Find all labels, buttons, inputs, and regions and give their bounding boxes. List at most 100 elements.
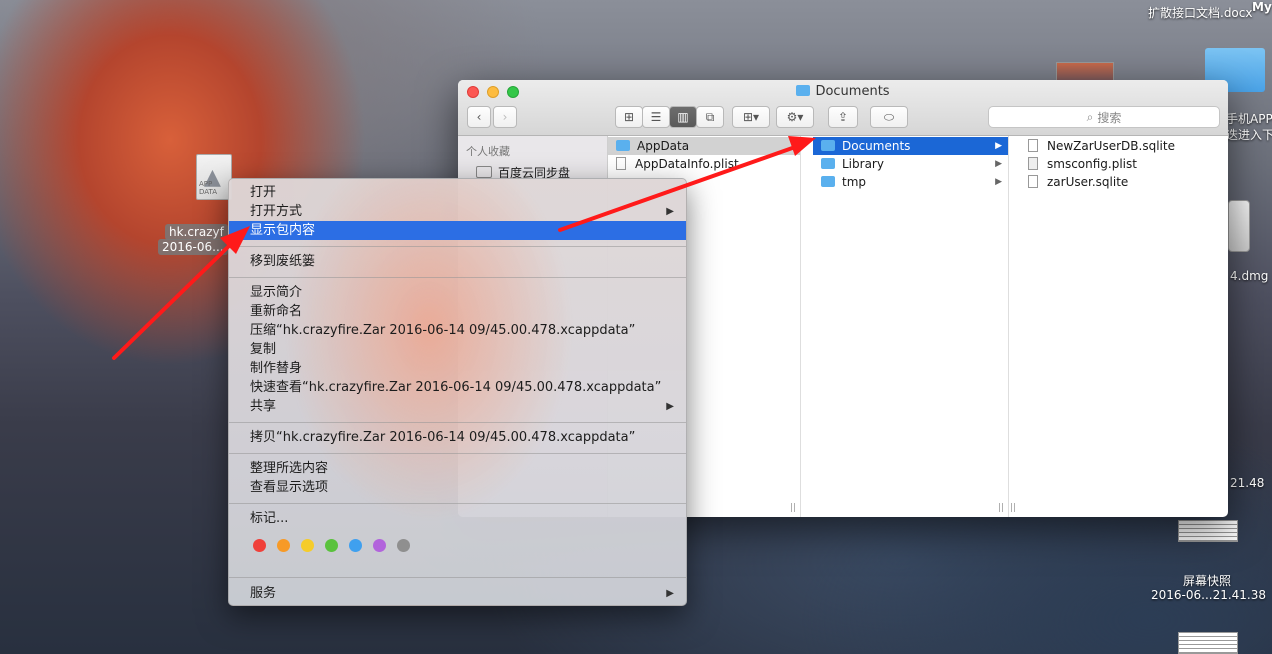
menu-item-label: 共享 <box>250 399 277 414</box>
list-item-appdata[interactable]: AppData <box>608 137 800 155</box>
list-item-appdatainfo[interactable]: AppDataInfo.plist <box>608 155 800 173</box>
list-item-tmp[interactable]: tmp ▶ <box>813 173 1008 191</box>
menu-item-make-alias[interactable]: 制作替身 <box>229 359 686 378</box>
list-item-label: AppData <box>637 139 690 153</box>
columns-icon: ▥ <box>677 110 689 124</box>
menu-item-quick-look[interactable]: 快速查看“hk.crazyfire.Zar 2016-06-14 09/45.0… <box>229 378 686 397</box>
menu-item-share[interactable]: 共享 ▶ <box>229 397 686 416</box>
selected-file-label-line2[interactable]: 2016-06... <box>158 239 228 255</box>
column-2: Documents ▶ Library ▶ tmp ▶ || <box>813 136 1009 517</box>
column-resize-handle[interactable]: || <box>1010 503 1016 513</box>
menu-item-move-to-trash[interactable]: 移到废纸篓 <box>229 252 686 271</box>
menu-item-label: 显示简介 <box>250 285 303 300</box>
tag-purple-button[interactable] <box>373 539 386 552</box>
list-item-documents[interactable]: Documents ▶ <box>813 137 1008 155</box>
sidebar-section-header: 个人收藏 <box>466 145 510 158</box>
menu-item-label: 查看显示选项 <box>250 480 329 495</box>
tag-icon: ⬭ <box>883 109 895 124</box>
view-coverflow-button[interactable]: ⧉ <box>696 106 724 128</box>
selected-file-label-line1[interactable]: hk.crazyf <box>165 224 228 240</box>
menu-item-label: 快速查看“hk.crazyfire.Zar 2016-06-14 09/45.0… <box>250 380 662 395</box>
view-columns-button[interactable]: ▥ <box>669 106 697 128</box>
xcappdata-file-icon[interactable]: ▲ APP DATA <box>196 154 232 200</box>
menu-item-rename[interactable]: 重新命名 <box>229 302 686 321</box>
tag-yellow-button[interactable] <box>301 539 314 552</box>
share-icon: ⇪ <box>837 110 849 124</box>
disclosure-arrow-icon: ▶ <box>995 177 1002 187</box>
gear-icon: ⚙▾ <box>786 110 804 124</box>
desktop-image-thumbnail[interactable] <box>1056 62 1114 82</box>
menu-item-get-info[interactable]: 显示简介 <box>229 283 686 302</box>
forward-button[interactable]: › <box>493 106 517 128</box>
menu-item-show-package-contents[interactable]: 显示包内容 <box>229 221 686 240</box>
desktop-label-truncated[interactable]: My <box>1252 0 1272 14</box>
menu-item-label: 制作替身 <box>250 361 303 376</box>
tag-red-button[interactable] <box>253 539 266 552</box>
menu-item-label: 标记... <box>250 511 289 526</box>
menu-item-label: 拷贝“hk.crazyfire.Zar 2016-06-14 09/45.00.… <box>250 430 636 445</box>
search-icon: ⌕ <box>1086 109 1094 124</box>
file-icon-caption: APP DATA <box>199 180 218 196</box>
tag-orange-button[interactable] <box>277 539 290 552</box>
desktop-file-label[interactable]: 扩散接口文档.docx <box>1148 4 1252 21</box>
search-placeholder: 搜索 <box>1097 110 1122 125</box>
finder-toolbar: Documents ‹ › ⊞ ☰ ▥ ⧉ ⊞▾ ⚙▾ ⇪ ⬭ ⌕ 搜索 <box>458 80 1228 136</box>
folder-icon <box>616 140 630 151</box>
desktop-screenshot-time-1[interactable]: 21.48 <box>1230 476 1264 490</box>
desktop-screenshot-time[interactable]: 2016-06...21.41.38 <box>1151 588 1266 602</box>
column-resize-handle[interactable]: || <box>790 503 796 513</box>
folder-icon <box>821 176 835 187</box>
desktop-folder-label-2[interactable]: 迭进入下 <box>1226 126 1272 143</box>
view-list-button[interactable]: ☰ <box>642 106 670 128</box>
view-icons-button[interactable]: ⊞ <box>615 106 643 128</box>
menu-item-label: 重新命名 <box>250 304 303 319</box>
tag-blue-button[interactable] <box>349 539 362 552</box>
menu-item-tags[interactable]: 标记... <box>229 509 686 528</box>
chevron-right-icon: › <box>502 110 508 124</box>
menu-item-open[interactable]: 打开 <box>229 183 686 202</box>
disclosure-arrow-icon: ▶ <box>995 141 1002 151</box>
folder-outline-icon <box>476 166 492 178</box>
desktop-screenshot-thumbnail-2[interactable] <box>1178 632 1238 654</box>
chevron-left-icon: ‹ <box>476 110 482 124</box>
list-item-label: zarUser.sqlite <box>1047 175 1129 189</box>
desktop-screenshot-title[interactable]: 屏幕快照 <box>1183 572 1231 589</box>
desktop-dmg-label[interactable]: 4.dmg <box>1230 269 1268 283</box>
tags-button[interactable]: ⬭ <box>870 106 908 128</box>
menu-item-duplicate[interactable]: 复制 <box>229 340 686 359</box>
menu-item-compress[interactable]: 压缩“hk.crazyfire.Zar 2016-06-14 09/45.00.… <box>229 321 686 340</box>
list-item-label: smsconfig.plist <box>1047 157 1137 171</box>
list-item-label: Library <box>842 157 884 171</box>
list-item-library[interactable]: Library ▶ <box>813 155 1008 173</box>
column-resize-handle[interactable]: || <box>998 503 1004 513</box>
tag-gray-button[interactable] <box>397 539 410 552</box>
menu-separator <box>229 246 686 247</box>
menu-item-copy[interactable]: 拷贝“hk.crazyfire.Zar 2016-06-14 09/45.00.… <box>229 428 686 447</box>
arrange-button[interactable]: ⊞▾ <box>732 106 770 128</box>
submenu-arrow-icon: ▶ <box>666 401 674 412</box>
desktop-dmg-icon[interactable] <box>1228 200 1250 252</box>
list-item-zaruser[interactable]: zarUser.sqlite <box>1020 173 1228 191</box>
tag-green-button[interactable] <box>325 539 338 552</box>
grid-icon: ⊞ <box>623 110 635 124</box>
plist-file-icon <box>1028 157 1038 170</box>
list-item-smsconfig[interactable]: smsconfig.plist <box>1020 155 1228 173</box>
menu-separator <box>229 277 686 278</box>
menu-separator <box>229 453 686 454</box>
share-button[interactable]: ⇪ <box>828 106 858 128</box>
menu-item-label: 复制 <box>250 342 277 357</box>
menu-item-label: 显示包内容 <box>250 223 316 238</box>
menu-item-services[interactable]: 服务 ▶ <box>229 584 686 603</box>
action-button[interactable]: ⚙▾ <box>776 106 814 128</box>
menu-item-show-view-options[interactable]: 查看显示选项 <box>229 478 686 497</box>
menu-item-label: 移到废纸篓 <box>250 254 316 269</box>
desktop-folder-label-1[interactable]: 手机APP <box>1226 110 1272 127</box>
back-button[interactable]: ‹ <box>467 106 491 128</box>
search-input[interactable]: ⌕ 搜索 <box>988 106 1220 128</box>
list-item-newzaruserdb[interactable]: NewZarUserDB.sqlite <box>1020 137 1228 155</box>
desktop-screenshot-thumbnail[interactable] <box>1178 520 1238 542</box>
menu-item-clean-up-selection[interactable]: 整理所选内容 <box>229 459 686 478</box>
menu-item-open-with[interactable]: 打开方式 ▶ <box>229 202 686 221</box>
menu-separator <box>229 503 686 504</box>
menu-item-label: 服务 <box>250 586 277 601</box>
